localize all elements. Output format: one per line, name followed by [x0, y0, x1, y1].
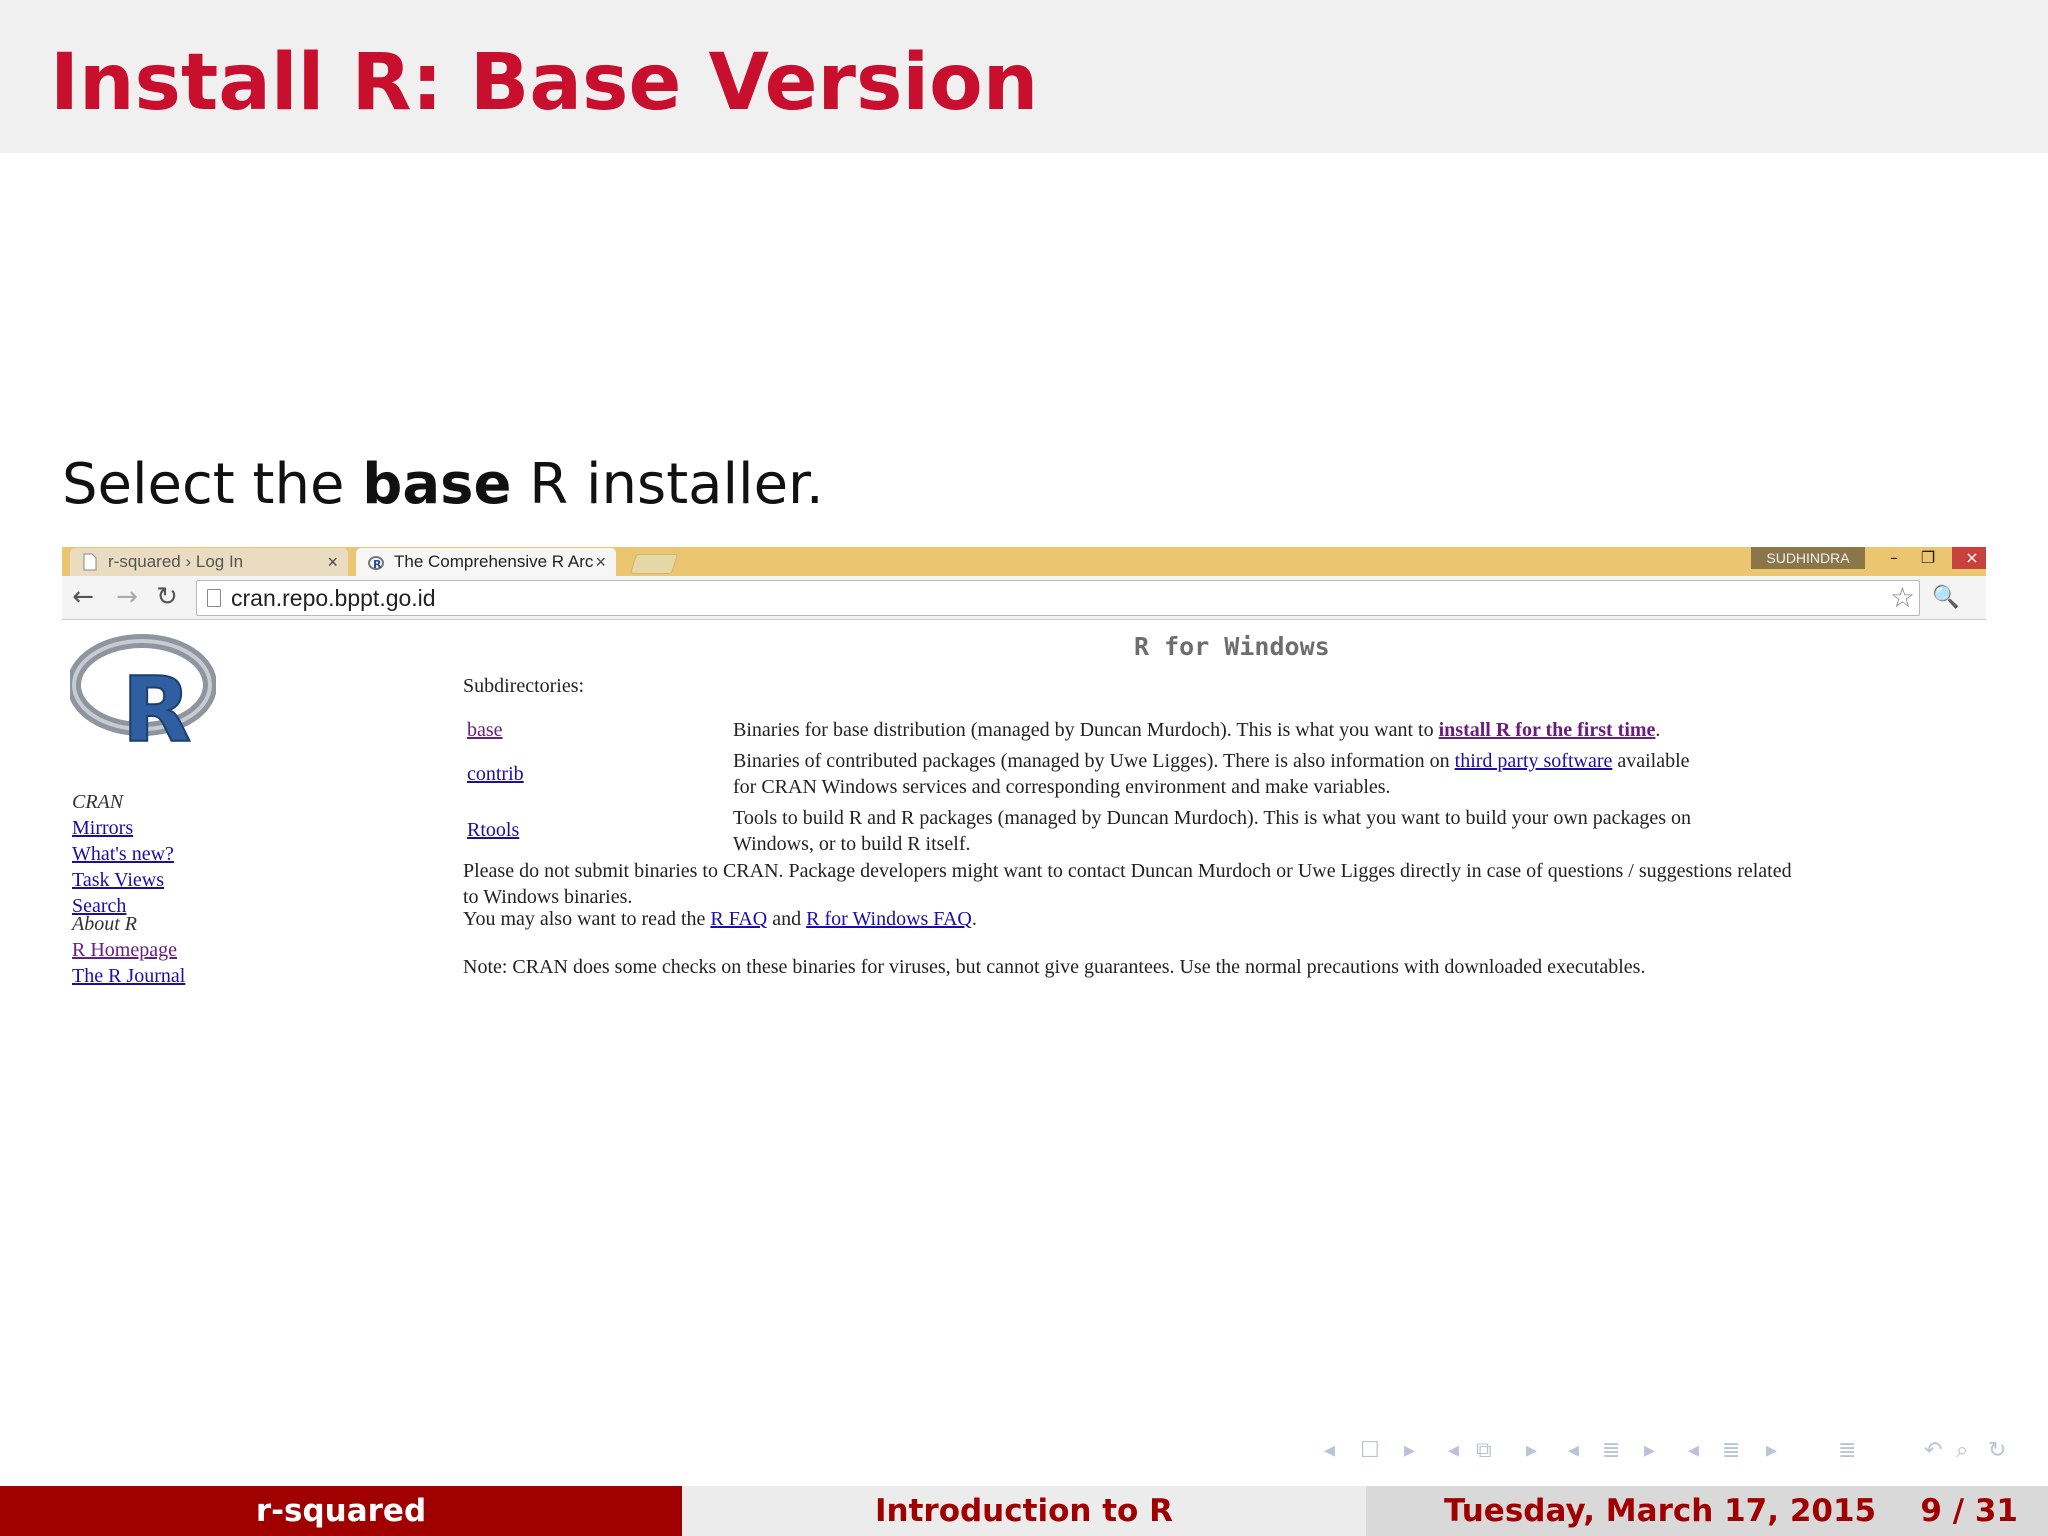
footer-date: Tuesday, March 17, 2015 [1444, 1493, 1877, 1529]
nav-frame-icon[interactable]: ☐ [1360, 1438, 1380, 1463]
r-logo: R [70, 634, 216, 747]
para-text: and [767, 908, 807, 930]
subdir-link-rtools[interactable]: Rtools [467, 819, 519, 841]
para-text: . [971, 908, 977, 930]
nav-next-icon[interactable]: ▸ [1766, 1438, 1777, 1463]
desc-text: for CRAN Windows services and correspond… [733, 776, 1391, 798]
beamer-navigation: ◂ ☐ ▸ ◂ ⧉ ▸ ◂ ≣ ▸ ◂ ≣ ▸ ≣ ↶ ⌕ ↻ [1320, 1438, 2040, 1468]
desc-text: Binaries for base distribution (managed … [733, 719, 1439, 741]
slide-header: Install R: Base Version [0, 0, 2048, 153]
sidebar-cran: CRAN Mirrors What's new? Task Views Sear… [72, 789, 174, 919]
user-badge[interactable]: SUDHINDRA [1751, 547, 1865, 569]
r-windows-faq-link[interactable]: R for Windows FAQ [806, 908, 972, 930]
subdir-desc-base: Binaries for base distribution (managed … [733, 717, 1660, 743]
nav-next-icon[interactable]: ▸ [1644, 1438, 1655, 1463]
desc-text: Windows, or to build R itself. [733, 833, 971, 855]
tab-close-icon[interactable]: × [595, 548, 606, 576]
footer-title: Introduction to R [682, 1486, 1366, 1536]
page-icon [83, 553, 97, 571]
tab-strip: r-squared › Log In × R The Comprehensive… [62, 547, 1986, 576]
sidebar-link-whats-new[interactable]: What's new? [72, 841, 174, 867]
nav-forward-icon[interactable]: ↻ [1988, 1438, 2006, 1463]
extension-icon[interactable]: 🔍 [1932, 585, 1959, 610]
third-party-software-link[interactable]: third party software [1455, 750, 1613, 772]
tab-label: r-squared › Log In [108, 552, 244, 571]
intro-bold: base [362, 452, 512, 517]
r-faq-link[interactable]: R FAQ [710, 908, 767, 930]
subdir-link-row: base [467, 717, 503, 743]
sidebar-about: About R R Homepage The R Journal [72, 911, 185, 989]
r-logo-letter: R [122, 658, 191, 747]
nav-prev-icon[interactable]: ◂ [1324, 1438, 1335, 1463]
nav-section-icon[interactable]: ≣ [1602, 1438, 1620, 1463]
tab-cran[interactable]: R The Comprehensive R Arc × [356, 548, 616, 576]
intro-text: Select the base R installer. [62, 452, 824, 517]
desc-text: available [1612, 750, 1690, 772]
nav-toc-icon[interactable]: ≣ [1838, 1438, 1856, 1463]
sidebar-link-r-journal[interactable]: The R Journal [72, 963, 185, 989]
sidebar-link-r-homepage[interactable]: R Homepage [72, 937, 185, 963]
subdirectories-label: Subdirectories: [463, 675, 585, 697]
url-text: cran.repo.bppt.go.id [231, 585, 436, 611]
tab-r-squared[interactable]: r-squared › Log In × [70, 548, 348, 576]
desc-text: Tools to build R and R packages (managed… [733, 807, 1692, 829]
reload-icon[interactable]: ↻ [152, 582, 182, 612]
browser-screenshot: r-squared › Log In × R The Comprehensive… [62, 547, 1986, 1092]
subdir-link-base[interactable]: base [467, 719, 503, 741]
subdir-desc-contrib: Binaries of contributed packages (manage… [733, 748, 1690, 800]
slide-title: Install R: Base Version [50, 38, 1039, 128]
nav-prev-icon[interactable]: ◂ [1448, 1438, 1459, 1463]
nav-search-icon[interactable]: ⌕ [1956, 1438, 1968, 1463]
r-favicon-icon: R [368, 556, 384, 571]
footer-page-number: 9 / 31 [1920, 1493, 2018, 1529]
intro-pre: Select the [62, 452, 363, 517]
nav-subsection-icon[interactable]: ⧉ [1476, 1438, 1492, 1463]
faq-paragraph: You may also want to read the R FAQ and … [463, 906, 977, 932]
desc-text: . [1655, 719, 1661, 741]
nav-next-icon[interactable]: ▸ [1404, 1438, 1415, 1463]
nav-prev-icon[interactable]: ◂ [1688, 1438, 1699, 1463]
para-line: Please do not submit binaries to CRAN. P… [463, 860, 1792, 882]
tab-label: The Comprehensive R Arc [394, 552, 594, 571]
install-first-time-link[interactable]: install R for the first time [1439, 719, 1656, 741]
slide-footer: r-squared Introduction to R Tuesday, Mar… [0, 1486, 2048, 1536]
desc-text: Binaries of contributed packages (manage… [733, 750, 1455, 772]
nav-next-icon[interactable]: ▸ [1526, 1438, 1537, 1463]
forward-arrow-icon[interactable]: → [112, 582, 142, 612]
sidebar-heading-cran: CRAN [72, 791, 124, 813]
back-arrow-icon[interactable]: ← [68, 582, 98, 612]
subdir-link-row: contrib [467, 761, 524, 787]
cran-page: R CRAN Mirrors What's new? Task Views Se… [62, 621, 1986, 1091]
nav-prev-icon[interactable]: ◂ [1568, 1438, 1579, 1463]
footer-author: r-squared [0, 1486, 682, 1536]
subdir-desc-rtools: Tools to build R and R packages (managed… [733, 805, 1691, 857]
window-close-icon[interactable]: × [1952, 547, 1986, 569]
browser-toolbar: ← → ↻ cran.repo.bppt.go.id ☆ 🔍 [62, 576, 1986, 620]
sidebar-heading-about: About R [72, 913, 137, 935]
restore-icon[interactable]: ❐ [1908, 547, 1948, 569]
subdir-link-contrib[interactable]: contrib [467, 763, 524, 785]
sidebar-link-task-views[interactable]: Task Views [72, 867, 174, 893]
para-text: You may also want to read the [463, 908, 711, 930]
binaries-note: Please do not submit binaries to CRAN. P… [463, 858, 1792, 910]
tab-close-icon[interactable]: × [327, 548, 338, 576]
nav-back-icon[interactable]: ↶ [1924, 1438, 1942, 1463]
star-icon[interactable]: ☆ [1890, 582, 1915, 614]
nav-document-icon[interactable]: ≣ [1722, 1438, 1740, 1463]
address-bar[interactable]: cran.repo.bppt.go.id ☆ [196, 580, 1920, 616]
virus-note: Note: CRAN does some checks on these bin… [463, 956, 1646, 978]
subdir-link-row: Rtools [467, 817, 519, 843]
page-title: R for Windows [1134, 632, 1330, 661]
sidebar-link-mirrors[interactable]: Mirrors [72, 815, 174, 841]
intro-post: R installer. [511, 452, 824, 517]
new-tab-button[interactable] [629, 554, 679, 574]
page-icon [207, 589, 221, 607]
footer-right: Tuesday, March 17, 2015 9 / 31 [1366, 1486, 2048, 1536]
svg-text:R: R [373, 558, 382, 571]
